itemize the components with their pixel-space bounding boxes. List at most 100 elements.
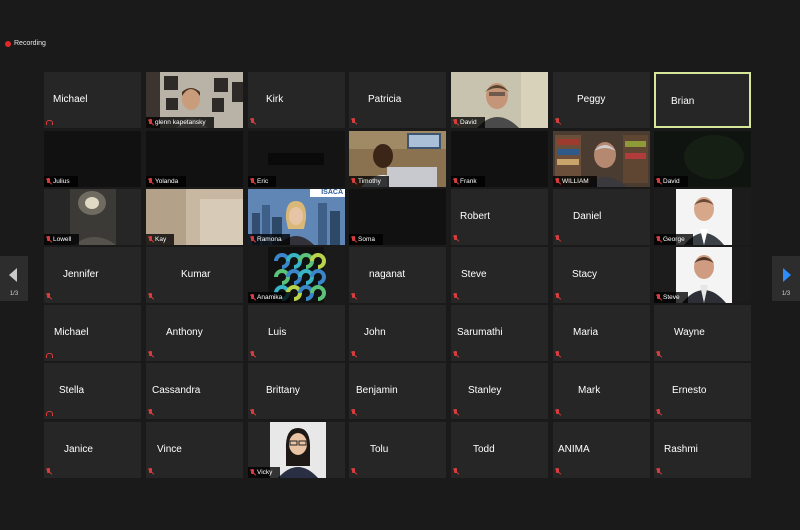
participant-tile-anthony[interactable]: Anthony [146,305,243,361]
participant-tile-timothy[interactable]: Timothy [349,131,446,187]
muted-microphone-icon [351,468,356,475]
participant-tile-jennifer[interactable]: Jennifer [44,247,141,303]
participant-name: Anthony [166,327,203,338]
participant-tile-brian[interactable]: Brian [654,72,751,128]
participant-name: Michael [54,327,89,338]
phone-audio-icon [46,353,53,358]
muted-microphone-icon [555,468,560,475]
participant-tile-michael[interactable]: Michael [44,305,141,361]
participant-name-tag: Yolanda [146,176,187,187]
participant-tile-naganat[interactable]: naganat [349,247,446,303]
participant-tile-michael[interactable]: Michael [44,72,141,128]
participant-tile-kirk[interactable]: Kirk [248,72,345,128]
participant-name: Frank [460,178,477,185]
participant-tile-kumar[interactable]: Kumar [146,247,243,303]
participant-tile-yolanda[interactable]: Yolanda [146,131,243,187]
muted-microphone-icon [555,118,560,125]
participant-name-tag: Julius [44,176,78,187]
muted-microphone-icon [351,178,356,185]
muted-microphone-icon [656,351,661,358]
muted-microphone-icon [250,294,255,301]
participant-tile-lowell[interactable]: Lowell [44,189,141,245]
recording-indicator: Recording [5,40,46,47]
participant-name-tag: Ramona [248,234,290,245]
participant-tile-anima[interactable]: ANIMA [553,422,650,478]
participant-tile-wayne[interactable]: Wayne [654,305,751,361]
isaca-banner-text: ISACA [321,189,343,196]
participant-tile-stacy[interactable]: Stacy [553,247,650,303]
participant-name: Maria [573,327,599,338]
muted-microphone-icon [148,119,153,126]
muted-microphone-icon [351,409,356,416]
participant-tile-luis[interactable]: Luis [248,305,345,361]
participant-tile-rashmi[interactable]: Rashmi [654,422,751,478]
participant-tile-ramona[interactable]: ISACA Ramona [248,189,345,245]
participant-name: Eric [257,178,269,185]
muted-microphone-icon [46,236,51,243]
muted-microphone-icon [250,236,255,243]
participant-tile-george[interactable]: George [654,189,751,245]
muted-microphone-icon [250,409,255,416]
participant-tile-robert[interactable]: Robert [451,189,548,245]
muted-microphone-icon [555,351,560,358]
muted-microphone-icon [555,409,560,416]
participant-tile-brittany[interactable]: Brittany [248,363,345,419]
participant-tile-anamika[interactable]: Anamika [248,247,345,303]
participant-tile-frank[interactable]: Frank [451,131,548,187]
muted-microphone-icon [351,236,356,243]
participant-name: Vince [157,444,182,455]
participant-tile-mark[interactable]: Mark [553,363,650,419]
participant-tile-david[interactable]: David [654,131,751,187]
participant-tile-peggy[interactable]: Peggy [553,72,650,128]
participant-name-tag: Steve [654,292,688,303]
participant-tile-ernesto[interactable]: Ernesto [654,363,751,419]
next-page-button[interactable]: 1/3 [772,256,800,301]
muted-microphone-icon [46,468,51,475]
participant-tile-eric[interactable]: Eric [248,131,345,187]
participant-tile-kay[interactable]: Kay [146,189,243,245]
participant-name: Patricia [368,94,402,105]
muted-microphone-icon [453,468,458,475]
participant-tile-steve[interactable]: Steve [451,247,548,303]
participant-name: Anamika [257,294,283,301]
muted-microphone-icon [351,293,356,300]
participant-tile-vince[interactable]: Vince [146,422,243,478]
participant-tile-julius[interactable]: Julius [44,131,141,187]
participant-name-tag: glenn kapetansky [146,117,214,128]
participant-name: Tolu [370,444,389,455]
participant-tile-maria[interactable]: Maria [553,305,650,361]
participant-tile-david[interactable]: David [451,72,548,128]
muted-microphone-icon [46,293,51,300]
chevron-right-icon [783,268,791,282]
participant-name: Soma [358,236,375,243]
participant-name: WILLIAM [562,178,589,185]
participant-tile-sarumathi[interactable]: Sarumathi [451,305,548,361]
participant-name: Kay [155,236,167,243]
participant-tile-stella[interactable]: Stella [44,363,141,419]
participant-tile-patricia[interactable]: Patricia [349,72,446,128]
participant-name: glenn kapetansky [155,119,206,126]
page-indicator-right: 1/3 [781,291,791,297]
participant-tile-daniel[interactable]: Daniel [553,189,650,245]
muted-microphone-icon [148,236,153,243]
participant-name-tag: George [654,234,693,245]
participant-tile-tolu[interactable]: Tolu [349,422,446,478]
previous-page-button[interactable]: 1/3 [0,256,28,301]
participant-tile-cassandra[interactable]: Cassandra [146,363,243,419]
muted-microphone-icon [656,178,661,185]
participant-tile-vicky[interactable]: Vicky [248,422,345,478]
participant-tile-john[interactable]: John [349,305,446,361]
participant-tile-benjamin[interactable]: Benjamin [349,363,446,419]
muted-microphone-icon [351,118,356,125]
muted-microphone-icon [250,118,255,125]
participant-tile-todd[interactable]: Todd [451,422,548,478]
participant-tile-steve[interactable]: Steve [654,247,751,303]
participant-tile-william[interactable]: WILLIAM [553,131,650,187]
participant-tile-soma[interactable]: Soma [349,189,446,245]
participant-name: George [663,236,685,243]
participant-tile-stanley[interactable]: Stanley [451,363,548,419]
participant-name: Mark [578,385,601,396]
participant-tile-janice[interactable]: Janice [44,422,141,478]
participant-tile-glenn-kapetansky[interactable]: glenn kapetansky [146,72,243,128]
participant-name-tag: David [451,117,485,128]
